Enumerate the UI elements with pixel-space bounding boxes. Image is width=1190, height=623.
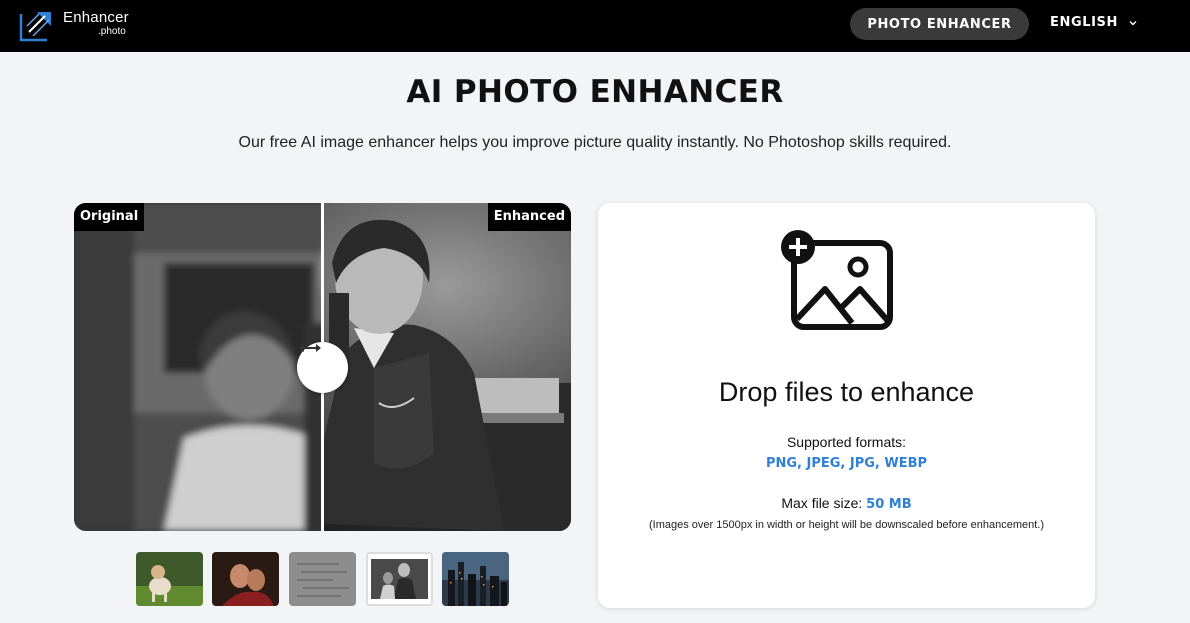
downscale-note: (Images over 1500px in width or height w… [648, 519, 1044, 531]
thumb-document[interactable] [289, 552, 356, 606]
thumb-old-photo[interactable] [366, 552, 433, 606]
photo-enhancer-nav-button[interactable]: PHOTO ENHANCER [850, 8, 1029, 40]
drop-title: Drop files to enhance [718, 377, 975, 407]
page-title: AI PHOTO ENHANCER [406, 74, 784, 110]
comparison-slider-handle[interactable] [297, 342, 348, 393]
max-file-size-label: Max file size: [781, 495, 867, 511]
logo-subtext: .photo [98, 26, 126, 37]
language-label: ENGLISH [1050, 15, 1118, 30]
before-after-comparison[interactable]: Original Enhanced [74, 203, 571, 531]
max-file-size-value: 50 MB [866, 497, 912, 512]
sample-thumbnails [136, 552, 516, 606]
enhanced-label: Enhanced [487, 203, 571, 231]
logo-name: Enhancer [63, 9, 129, 26]
top-navigation-bar: Enhancer .photo PHOTO ENHANCER ENGLISH [0, 0, 1190, 52]
max-file-size: Max file size: 50 MB [598, 495, 1095, 512]
file-drop-zone[interactable]: Drop files to enhance Supported formats:… [598, 203, 1095, 608]
thumb-dog[interactable] [136, 552, 203, 606]
language-selector[interactable]: ENGLISH [1050, 15, 1138, 30]
horizontal-arrows-icon [299, 344, 321, 352]
page-subtitle: Our free AI image enhancer helps you imp… [238, 134, 952, 151]
original-label: Original [74, 203, 145, 231]
supported-formats-list: PNG, JPEG, JPG, WEBP [765, 456, 928, 471]
thumb-city[interactable] [442, 552, 509, 606]
chevron-down-icon [1129, 20, 1137, 25]
logo-icon [19, 12, 51, 42]
add-image-icon [781, 230, 893, 330]
supported-formats-label: Supported formats: [786, 434, 907, 450]
site-logo[interactable]: Enhancer .photo [19, 6, 139, 42]
thumb-portrait[interactable] [212, 552, 279, 606]
